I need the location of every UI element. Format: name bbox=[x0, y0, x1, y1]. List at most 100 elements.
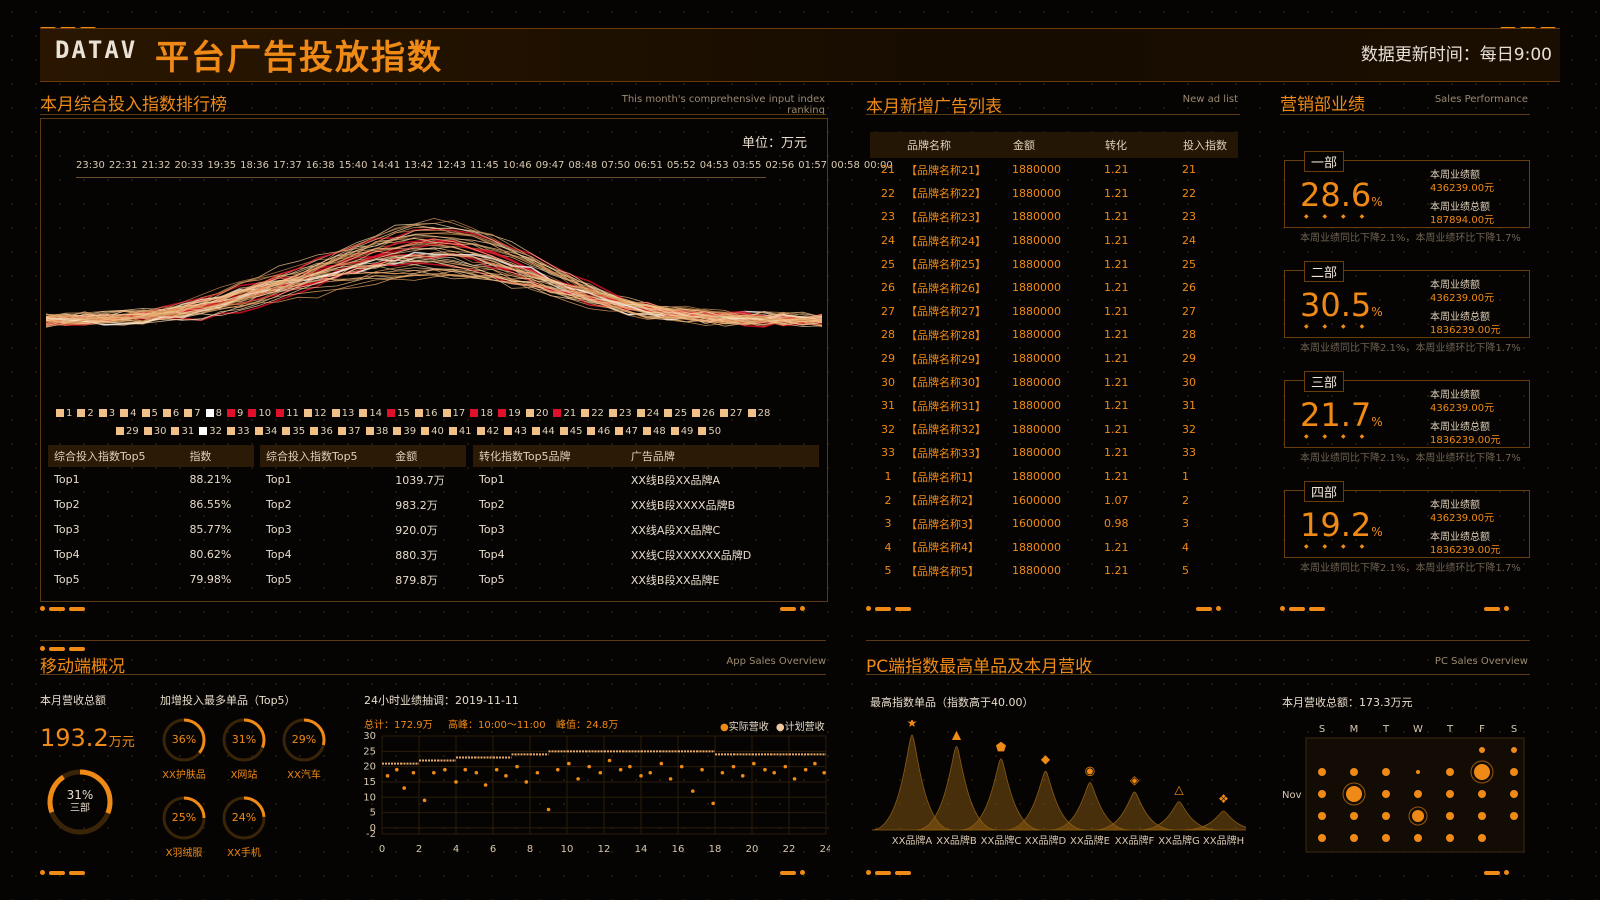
calendar-cell bbox=[1318, 768, 1326, 776]
revenue-ring-pct: 31% bbox=[66, 788, 94, 802]
table-cell: Top5 bbox=[266, 573, 292, 586]
legend-swatch bbox=[171, 427, 180, 435]
adlist-scroll[interactable]: 品牌名称 金额 转化 投入指数 21 【品牌名称21】 1880000 1.21 21 2… bbox=[870, 132, 1238, 590]
legend-swatch bbox=[642, 427, 651, 435]
table-cell: XX线B段XXXX品牌B bbox=[630, 498, 736, 512]
peak-chart: ★ XX品牌A ▲ XX品牌B ⬟ XX品牌C ◆ XX品牌D ◉ XX品牌E ◈ XX品牌F △ XX品… bbox=[871, 720, 1246, 847]
table-cell: Top3 bbox=[266, 523, 292, 536]
adlist-cell: 25 bbox=[881, 257, 895, 271]
panel-deco bbox=[780, 860, 809, 875]
legend-label: 7 bbox=[194, 408, 201, 419]
legend-item: 27 bbox=[719, 408, 743, 419]
legend-label: 23 bbox=[618, 408, 632, 419]
legend-swatch bbox=[581, 409, 590, 417]
legend-label: 46 bbox=[597, 426, 611, 437]
adlist-cell: 1.21 bbox=[1104, 446, 1129, 460]
sales-unit-pct: 28.6% bbox=[1300, 176, 1383, 214]
adlist-row: 31 【品牌名称31】 1880000 1.21 31 bbox=[870, 394, 1238, 418]
time-tick: 05:52 bbox=[666, 160, 696, 171]
top5-rings: 36% XX护肤品 31% X网站 29% XX汽车 25% X羽绒服 24% XX手机 bbox=[160, 716, 350, 866]
adlist-title-line bbox=[866, 114, 1240, 115]
calendar-cell bbox=[1416, 770, 1420, 774]
adlist-row: 32 【品牌名称32】 1880000 1.21 32 bbox=[870, 418, 1238, 442]
legend-label: 13 bbox=[341, 408, 355, 419]
actual-point bbox=[422, 798, 427, 803]
pc-top-line bbox=[866, 640, 1530, 641]
legend-label: 48 bbox=[652, 426, 666, 437]
calendar-cell bbox=[1479, 747, 1485, 753]
legend-swatch bbox=[532, 427, 541, 435]
legend-item: 29 bbox=[116, 426, 139, 437]
actual-point bbox=[783, 764, 788, 769]
top5-label: 加增投入最多单品（Top5） bbox=[160, 694, 296, 707]
adlist-cell: 30 bbox=[1182, 375, 1196, 389]
actual-point bbox=[411, 770, 416, 775]
sales-total-value: 187894.00元 bbox=[1430, 215, 1495, 226]
y-tick-label: 10 bbox=[363, 792, 376, 803]
table-header: 广告品牌 bbox=[624, 445, 819, 467]
legend-item: 13 bbox=[331, 408, 355, 419]
pc-title-line bbox=[866, 674, 1530, 675]
legend-swatch bbox=[98, 409, 107, 417]
legend-swatch bbox=[615, 427, 624, 435]
sales-week-value: 436239.00元 bbox=[1430, 513, 1495, 524]
peak-icon: ⬟ bbox=[996, 740, 1007, 754]
actual-point bbox=[720, 770, 725, 775]
legend-swatch bbox=[337, 427, 346, 435]
legend-item: 33 bbox=[226, 426, 250, 437]
adlist-cell: 32 bbox=[1182, 422, 1196, 436]
calendar-cell bbox=[1446, 790, 1454, 798]
legend-label: 33 bbox=[236, 426, 250, 437]
legend-swatch bbox=[504, 427, 513, 435]
time-tick: 22:31 bbox=[108, 160, 138, 171]
table-cell: 880.3万 bbox=[395, 548, 438, 562]
time-tick: 18:36 bbox=[240, 160, 269, 171]
adlist-cell: 1.21 bbox=[1104, 470, 1129, 484]
adlist-cell: 1880000 bbox=[1012, 281, 1061, 295]
legend-row-2: 29 30 31 32 33 34 35 36 37 38 39 40 41 42 43 44 45 46 47 48… bbox=[116, 426, 816, 437]
legend-swatch bbox=[116, 427, 124, 435]
time-tick: 02:56 bbox=[765, 160, 795, 171]
pc-right-label: 本月营收总额：173.3万元 bbox=[1282, 696, 1413, 709]
actual-point bbox=[598, 770, 603, 775]
x-tick-label: 2 bbox=[416, 844, 422, 855]
sales-pct-value: 21.7 bbox=[1300, 396, 1372, 434]
calendar-cell bbox=[1510, 768, 1518, 776]
panel-deco bbox=[780, 596, 809, 611]
actual-point bbox=[432, 770, 436, 775]
legend-item: 20 bbox=[525, 408, 548, 419]
table-cell: Top3 bbox=[54, 523, 80, 536]
legend-label: 3 bbox=[108, 408, 116, 419]
adlist-cell: 26 bbox=[1182, 281, 1196, 295]
adlist-row: 21 【品牌名称21】 1880000 1.21 21 bbox=[870, 158, 1238, 182]
legend-swatch bbox=[698, 427, 707, 435]
peak-icon: ❖ bbox=[1218, 792, 1229, 806]
sales-total-value: 1836239.00元 bbox=[1430, 325, 1501, 336]
peak-icon: ▲ bbox=[952, 727, 962, 741]
table-row: Top3 85.77% bbox=[48, 517, 254, 542]
table-row: Top3 920.0万 bbox=[260, 517, 466, 542]
actual-point bbox=[395, 767, 399, 772]
adlist-cell: 26 bbox=[881, 281, 895, 295]
legend-item: 49 bbox=[670, 426, 693, 437]
adlist-cell: 1880000 bbox=[1012, 163, 1061, 177]
adlist-cell: 1.21 bbox=[1104, 564, 1129, 578]
adlist-row: 28 【品牌名称28】 1880000 1.21 28 bbox=[870, 323, 1238, 347]
legend-item: 14 bbox=[359, 408, 382, 419]
table-cell: 79.98% bbox=[189, 573, 232, 586]
pc-left-label: 最高指数单品（指数高于40.00） bbox=[870, 696, 1034, 709]
sales-unit-dots: ◆ ◆ ◆ ◆ bbox=[1304, 213, 1371, 220]
top5-ring-pct: 24% bbox=[231, 811, 257, 824]
adlist-cell: 1 bbox=[1182, 470, 1189, 484]
x-tick-label: 10 bbox=[561, 844, 574, 855]
legend-label: 15 bbox=[397, 408, 410, 419]
table-cell: Top4 bbox=[479, 548, 505, 561]
actual-point bbox=[504, 774, 508, 778]
actual-point bbox=[576, 777, 580, 781]
sales-total-value: 1836239.00元 bbox=[1430, 435, 1501, 446]
revenue-unit: 万元 bbox=[108, 735, 135, 750]
actual-point bbox=[679, 764, 684, 769]
calendar-cell bbox=[1510, 790, 1518, 798]
legend-swatch bbox=[414, 409, 423, 417]
legend-swatch bbox=[476, 427, 485, 435]
